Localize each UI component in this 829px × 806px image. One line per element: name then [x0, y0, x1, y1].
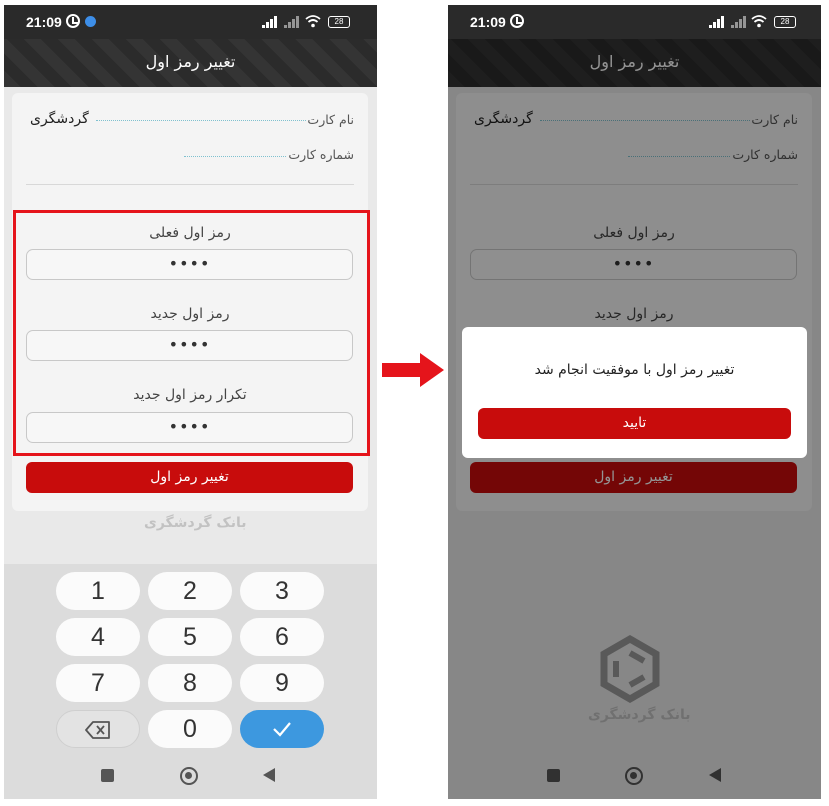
status-bar: 21:09 28 [4, 5, 377, 39]
check-icon [273, 722, 291, 737]
card-number-label: شماره کارت [288, 147, 354, 162]
notification-icon [85, 16, 96, 27]
divider [26, 184, 354, 185]
battery-icon: 28 [774, 16, 796, 28]
back-icon[interactable] [263, 768, 275, 782]
success-dialog: تغییر رمز اول با موفقیت انجام شد تایید [462, 327, 807, 458]
alarm-icon [66, 14, 80, 28]
dialog-message: تغییر رمز اول با موفقیت انجام شد [534, 362, 735, 378]
signal-icon [709, 16, 727, 28]
key-6[interactable]: 6 [240, 618, 324, 656]
key-7[interactable]: 7 [56, 664, 140, 702]
key-4[interactable]: 4 [56, 618, 140, 656]
key-1[interactable]: 1 [56, 572, 140, 610]
battery-icon: 28 [328, 16, 350, 28]
card-name-label: نام کارت [307, 112, 354, 127]
highlight-box [13, 210, 370, 456]
key-0[interactable]: 0 [148, 710, 232, 748]
transition-arrow-icon [382, 353, 444, 387]
key-2[interactable]: 2 [148, 572, 232, 610]
status-bar: 21:09 28 [448, 5, 821, 39]
bank-watermark: بانک گردشگری [144, 515, 247, 531]
dotted-leader [184, 156, 286, 157]
confirm-key[interactable] [240, 710, 324, 748]
signal-icon-2 [284, 16, 302, 28]
dotted-leader [96, 120, 306, 121]
nav-bar [4, 753, 377, 799]
home-icon[interactable] [180, 767, 198, 785]
alarm-icon [510, 14, 524, 28]
key-5[interactable]: 5 [148, 618, 232, 656]
change-pin-button[interactable]: تغییر رمز اول [26, 462, 353, 493]
status-time: 21:09 [26, 14, 62, 30]
confirm-button[interactable]: تایید [478, 408, 791, 439]
numeric-keypad: 1 2 3 4 5 6 7 8 9 0 [4, 564, 377, 799]
screen-after: 21:09 28 تغییر رمز اول نام کارت گردشگری … [448, 5, 821, 799]
backspace-key[interactable] [56, 710, 140, 748]
backspace-icon [85, 721, 110, 739]
key-3[interactable]: 3 [240, 572, 324, 610]
card-name-value: گردشگری [30, 111, 89, 127]
signal-icon-2 [731, 16, 749, 28]
wifi-icon [751, 15, 767, 28]
screen-before: 21:09 28 تغییر رمز اول نام کارت گردشگری … [4, 5, 377, 799]
page-title: تغییر رمز اول [145, 52, 236, 71]
status-time: 21:09 [470, 14, 506, 30]
key-8[interactable]: 8 [148, 664, 232, 702]
wifi-icon [305, 15, 321, 28]
key-9[interactable]: 9 [240, 664, 324, 702]
app-bar: تغییر رمز اول [4, 39, 377, 87]
signal-icon [262, 16, 280, 28]
recents-icon[interactable] [101, 769, 114, 782]
